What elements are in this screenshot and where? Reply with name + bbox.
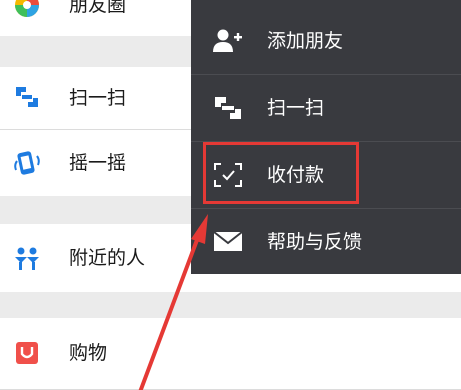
annotation-arrow-icon	[138, 214, 208, 390]
